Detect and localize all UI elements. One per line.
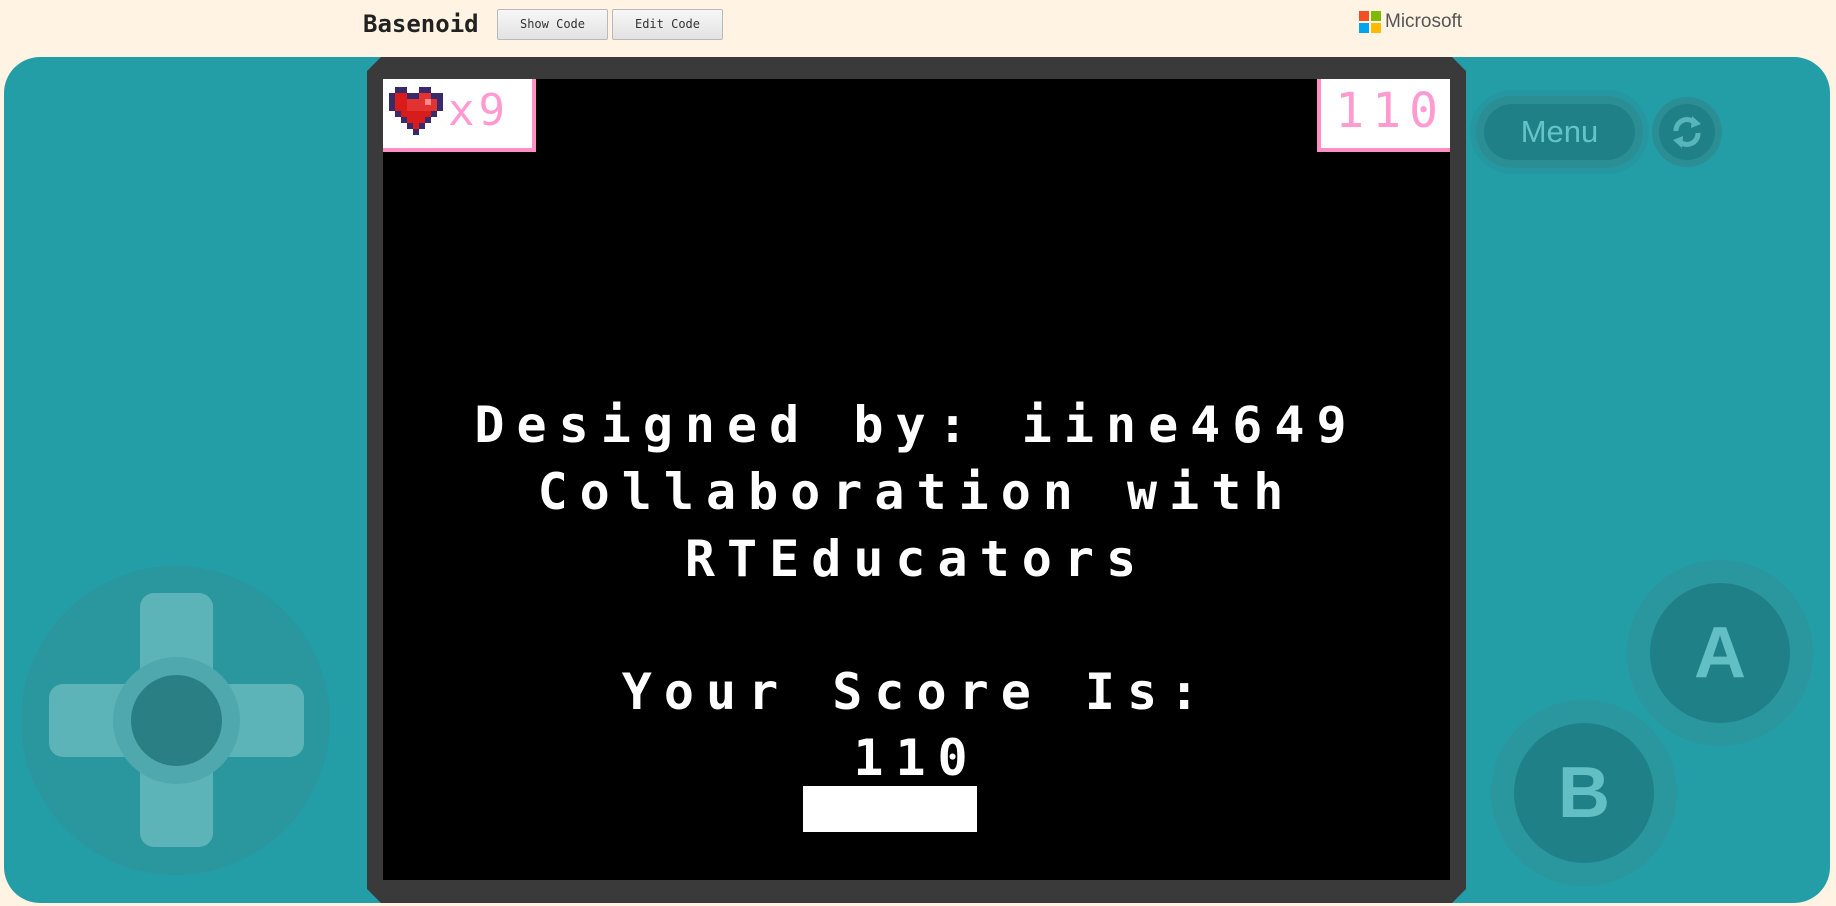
game-title: Basenoid [363,10,479,38]
final-score-label: Your Score Is: [621,663,1212,721]
restart-button[interactable] [1652,97,1722,167]
refresh-icon [1673,116,1701,148]
microsoft-logo-icon [1359,11,1381,33]
credit-line-3: RTEducators [684,530,1149,588]
score-counter: 110 [1317,79,1450,152]
paddle [803,786,977,832]
credit-line-1: Designed by: iine4649 [474,396,1359,454]
final-score-value: 110 [853,729,980,787]
menu-button[interactable]: Menu [1476,96,1643,168]
heart-icon [389,87,443,135]
game-screen[interactable]: x9 110 Designed by: iine4649 Collaborati… [383,79,1450,880]
microsoft-brand[interactable]: Microsoft [1359,11,1462,33]
microsoft-label: Microsoft [1385,11,1463,32]
dpad-center [131,675,222,766]
edit-code-button[interactable]: Edit Code [612,9,723,40]
score-value: 110 [1335,83,1446,139]
show-code-button[interactable]: Show Code [497,9,608,40]
menu-label: Menu [1520,114,1599,149]
b-button[interactable]: B [1514,723,1654,863]
top-bar: Basenoid Show Code Edit Code Microsoft [0,0,1836,56]
lives-counter: x9 [383,79,536,152]
lives-count: x9 [448,85,509,136]
restart-button-face [1659,104,1715,160]
credit-line-2: Collaboration with [537,463,1296,521]
a-button[interactable]: A [1650,583,1790,723]
